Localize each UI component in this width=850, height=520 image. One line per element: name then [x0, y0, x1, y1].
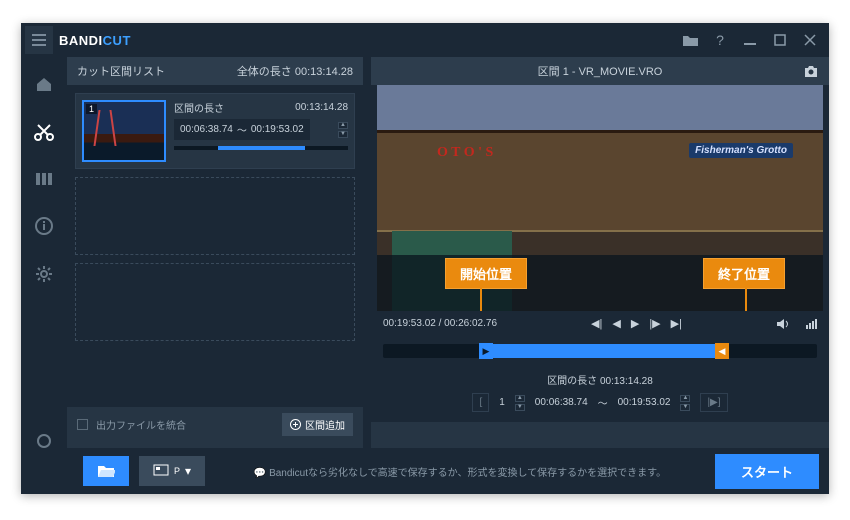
- side-toolbar: [21, 57, 67, 448]
- volume-meter[interactable]: [806, 319, 817, 329]
- frame-stepper[interactable]: ▲▼: [680, 395, 690, 411]
- cut-icon[interactable]: [34, 123, 54, 141]
- step-back-icon[interactable]: ◀: [612, 317, 620, 330]
- app-body: カット区間リスト 全体の長さ 00:13:14.28 1 区間の長さ00:13:…: [21, 57, 829, 448]
- play-icon[interactable]: ▶: [631, 317, 639, 330]
- arrow-icon: [480, 288, 482, 311]
- segment-meta: 区間の長さ00:13:14.28 00:06:38.74～00:19:53.02…: [174, 100, 348, 162]
- project-button[interactable]: P ▾: [139, 456, 205, 486]
- mark-in-button[interactable]: [: [472, 393, 489, 412]
- segment-panel-header: カット区間リスト 全体の長さ 00:13:14.28: [67, 57, 363, 85]
- segment-editor: 区間の長さ 00:13:14.28 [ 1 ▲▼ 00:06:38.74 ～ 0…: [371, 366, 829, 422]
- app-window: BANDICUT ? カット区間リスト 全体の長さ 00:13:14.28: [21, 23, 829, 494]
- menu-button[interactable]: [25, 26, 53, 54]
- add-segment-button[interactable]: 区間追加: [282, 413, 353, 436]
- segment-list: 1 区間の長さ00:13:14.28 00:06:38.74～00:19:53.…: [67, 85, 363, 407]
- folder-icon[interactable]: [675, 25, 705, 55]
- folder-open-icon: [97, 464, 115, 478]
- frame-stepper[interactable]: ▲▼: [515, 395, 525, 411]
- start-button[interactable]: スタート: [715, 454, 819, 489]
- preview-header: 区間 1 - VR_MOVIE.VRO: [371, 57, 829, 85]
- edit-end-time: 00:19:53.02: [618, 397, 671, 408]
- segment-thumbnail: 1: [82, 100, 166, 162]
- merge-checkbox[interactable]: [77, 419, 88, 430]
- playhead-time: 00:19:53.02 / 00:26:02.76: [383, 318, 497, 329]
- segment-slot-empty[interactable]: [75, 177, 355, 255]
- mark-out-button[interactable]: |▶]: [700, 393, 727, 412]
- next-frame-icon[interactable]: ▶|: [671, 317, 682, 330]
- split-icon[interactable]: [36, 171, 52, 187]
- segment-stepper[interactable]: ▲▼: [338, 122, 348, 138]
- segment-slot-empty[interactable]: [75, 263, 355, 341]
- segment-range: 00:06:38.74～00:19:53.02: [174, 119, 310, 140]
- annotation-start: 開始位置: [445, 258, 527, 289]
- info-icon[interactable]: [35, 217, 53, 235]
- preview-panel: 区間 1 - VR_MOVIE.VRO O T O ' S Fisherman'…: [371, 57, 829, 448]
- video-preview[interactable]: O T O ' S Fisherman's Grotto 開始位置 終了位置: [371, 85, 829, 311]
- merge-label: 出力ファイルを統合: [96, 417, 186, 432]
- maximize-icon[interactable]: [765, 25, 795, 55]
- speaker-icon[interactable]: [776, 318, 790, 330]
- preview-title: 区間 1 - VR_MOVIE.VRO: [538, 63, 663, 79]
- segment-panel: カット区間リスト 全体の長さ 00:13:14.28 1 区間の長さ00:13:…: [67, 57, 371, 448]
- signage: Fisherman's Grotto: [689, 143, 793, 158]
- segment-panel-footer: 出力ファイルを統合 区間追加: [67, 407, 363, 442]
- segment-length-label: 区間の長さ 00:13:14.28: [547, 372, 653, 387]
- record-icon[interactable]: [37, 434, 51, 448]
- segment-index: 1: [86, 104, 97, 114]
- help-icon[interactable]: ?: [705, 25, 735, 55]
- arrow-icon: [745, 288, 747, 311]
- annotation-end: 終了位置: [703, 258, 785, 289]
- minimize-icon[interactable]: [735, 25, 765, 55]
- frame-num: 1: [499, 397, 505, 408]
- start-marker[interactable]: ▶: [479, 343, 493, 359]
- signage: O T O ' S: [437, 145, 493, 161]
- gear-icon[interactable]: [35, 265, 53, 283]
- camera-icon[interactable]: [803, 65, 819, 78]
- open-file-button[interactable]: [83, 456, 129, 486]
- segment-item[interactable]: 1 区間の長さ00:13:14.28 00:06:38.74～00:19:53.…: [75, 93, 355, 169]
- bottom-bar: P ▾ 💬 Bandicutなら劣化なしで高速で保存するか、形式を変換して保存す…: [21, 448, 829, 494]
- segment-minibar: [174, 146, 348, 150]
- close-icon[interactable]: [795, 25, 825, 55]
- titlebar: BANDICUT ?: [21, 23, 829, 57]
- plus-icon: [290, 419, 301, 430]
- app-logo: BANDICUT: [59, 33, 131, 48]
- home-icon[interactable]: [35, 75, 53, 93]
- project-icon: [153, 464, 169, 478]
- step-fwd-icon[interactable]: |▶: [649, 317, 660, 330]
- hint-text: 💬 Bandicutなら劣化なしで高速で保存するか、形式を変換して保存するかを選…: [215, 464, 705, 479]
- total-length: 全体の長さ 00:13:14.28: [237, 63, 353, 79]
- prev-frame-icon[interactable]: ◀|: [591, 317, 602, 330]
- seek-area: ▶ ◀: [371, 336, 829, 366]
- seek-bar[interactable]: ▶ ◀: [383, 344, 817, 358]
- segment-list-title: カット区間リスト: [77, 63, 165, 79]
- edit-start-time: 00:06:38.74: [535, 397, 588, 408]
- annotation-overlay: 開始位置 終了位置: [377, 255, 823, 311]
- playback-controls: 00:19:53.02 / 00:26:02.76 ◀| ◀ ▶ |▶ ▶|: [371, 311, 829, 336]
- end-marker[interactable]: ◀: [715, 343, 729, 359]
